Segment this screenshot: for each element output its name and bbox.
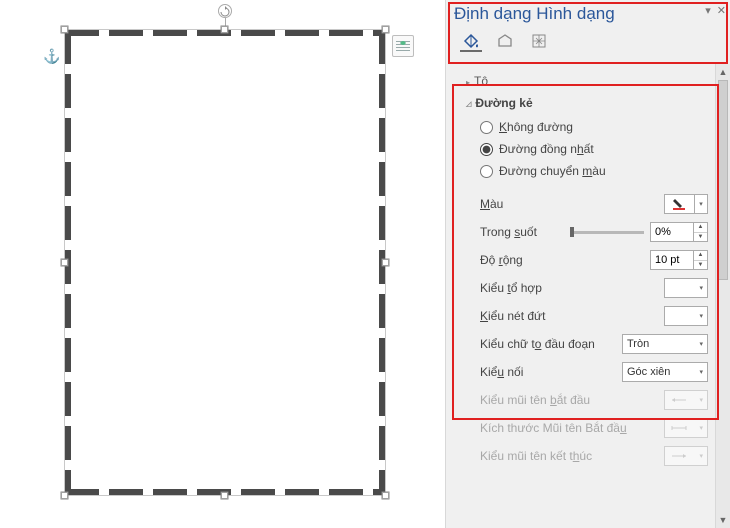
transparency-label: Trong suốt — [480, 225, 570, 239]
pane-close-icon[interactable]: ✕ — [717, 4, 726, 17]
resize-handle-w[interactable] — [61, 259, 68, 266]
color-label: Màu — [480, 197, 664, 211]
anchor-icon: ⚓ — [43, 48, 60, 65]
join-type-dropdown[interactable]: Góc xiên▾ — [622, 362, 708, 382]
width-label: Độ rộng — [480, 253, 650, 267]
begin-size-label: Kích thước Mũi tên Bắt đầu — [480, 421, 664, 435]
scroll-up-icon[interactable]: ▲ — [716, 64, 730, 80]
pane-title: Định dạng Hình dạng — [454, 4, 722, 24]
color-picker[interactable]: ▾ — [664, 194, 708, 214]
pane-menu-icon[interactable]: ▾ — [705, 4, 711, 17]
size-tab-icon[interactable] — [528, 30, 550, 52]
fill-line-tab-icon[interactable] — [460, 30, 482, 52]
begin-arrow-label: Kiểu mũi tên bắt đầu — [480, 393, 664, 407]
transparency-slider[interactable] — [570, 222, 644, 242]
line-gradient-radio[interactable]: Đường chuyển màu — [480, 160, 730, 182]
fill-section-header[interactable]: Tô — [456, 68, 730, 90]
join-label: Kiểu nối — [480, 365, 622, 379]
end-arrow-label: Kiểu mũi tên kết thúc — [480, 449, 664, 463]
cap-label: Kiểu chữ to đầu đoạn — [480, 337, 622, 351]
compound-label: Kiểu tổ hợp — [480, 281, 664, 295]
begin-size-dropdown: ▾ — [664, 418, 708, 438]
dash-type-dropdown[interactable]: ▾ — [664, 306, 708, 326]
resize-handle-e[interactable] — [382, 259, 389, 266]
resize-handle-se[interactable] — [382, 492, 389, 499]
selected-shape-rectangle[interactable] — [65, 30, 385, 495]
begin-arrow-dropdown: ▾ — [664, 390, 708, 410]
width-input[interactable]: ▲▼ — [650, 250, 708, 270]
rotate-handle[interactable] — [218, 4, 232, 18]
transparency-input[interactable]: ▲▼ — [650, 222, 708, 242]
cap-type-dropdown[interactable]: Tròn▾ — [622, 334, 708, 354]
document-canvas: ⚓ — [0, 0, 445, 528]
scroll-thumb[interactable] — [718, 80, 728, 280]
end-arrow-dropdown: ▾ — [664, 446, 708, 466]
format-shape-pane: ▾ ✕ Định dạng Hình dạng Tô Đường kẻ Khôn… — [445, 0, 730, 528]
dash-label: Kiểu nét đứt — [480, 309, 664, 323]
resize-handle-s[interactable] — [221, 492, 228, 499]
pane-scrollbar[interactable]: ▲ ▼ — [715, 64, 730, 528]
resize-handle-n[interactable] — [221, 26, 228, 33]
resize-handle-sw[interactable] — [61, 492, 68, 499]
line-solid-radio[interactable]: Đường đồng nhất — [480, 138, 730, 160]
line-section-header[interactable]: Đường kẻ — [456, 90, 730, 112]
scroll-down-icon[interactable]: ▼ — [716, 512, 730, 528]
effects-tab-icon[interactable] — [494, 30, 516, 52]
line-none-radio[interactable]: Không đường — [480, 116, 730, 138]
compound-type-dropdown[interactable]: ▾ — [664, 278, 708, 298]
resize-handle-ne[interactable] — [382, 26, 389, 33]
resize-handle-nw[interactable] — [61, 26, 68, 33]
layout-options-button[interactable] — [392, 35, 414, 57]
